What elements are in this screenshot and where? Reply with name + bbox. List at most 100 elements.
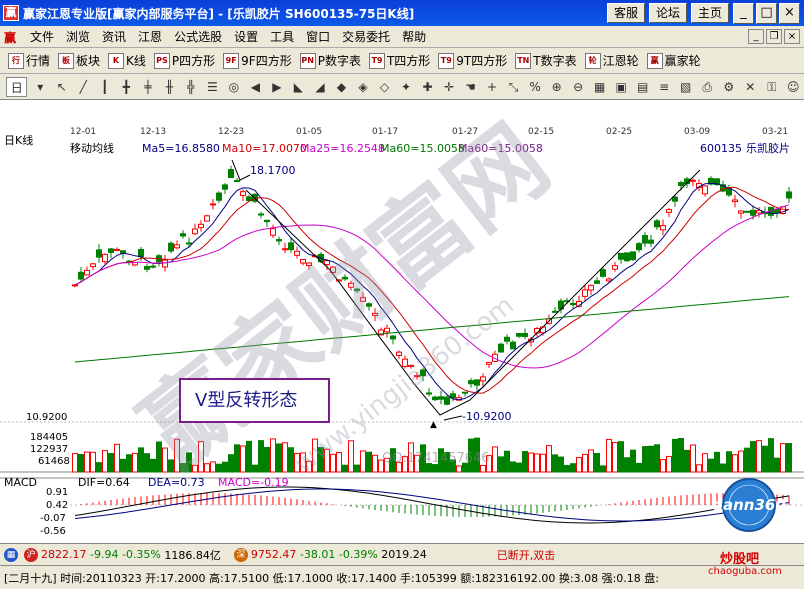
title-bar: 赢 赢家江恩专业版[赢家内部服务平台] - [乐凯胶片 SH600135-75日… xyxy=(0,0,804,26)
connection-status[interactable]: 已断开,双击 xyxy=(497,547,556,563)
candle-body xyxy=(738,210,744,214)
volume-bar xyxy=(630,449,636,473)
volume-bar xyxy=(768,438,774,473)
volume-bar xyxy=(522,451,528,473)
image-icon[interactable]: ▧ xyxy=(677,77,695,97)
menu-gann[interactable]: 江恩 xyxy=(132,28,168,45)
chart-icon[interactable]: ▤ xyxy=(634,77,652,97)
cross-icon[interactable]: ✚ xyxy=(419,77,437,97)
maximize-button[interactable]: □ xyxy=(756,3,777,24)
candle-tool-icon[interactable]: ┃ xyxy=(96,77,114,97)
t-square-button[interactable]: T9 T四方形 xyxy=(365,50,434,72)
menu-tools[interactable]: 工具 xyxy=(264,28,300,45)
settings-icon[interactable]: ⚙ xyxy=(720,77,738,97)
candle-body xyxy=(636,243,642,251)
lock-icon[interactable]: ⚿ xyxy=(763,77,781,97)
p-number-table-button[interactable]: PN P数字表 xyxy=(296,50,365,72)
crosshair-icon[interactable]: + xyxy=(483,77,501,97)
mdi-minimize-button[interactable]: _ xyxy=(748,29,764,44)
winner-wheel-button[interactable]: 赢赢家轮 xyxy=(643,50,705,72)
menu-window[interactable]: 窗口 xyxy=(300,28,336,45)
volume-bar xyxy=(612,441,618,473)
fork-tool-icon[interactable]: ╪ xyxy=(139,77,157,97)
t-square-icon: T9 xyxy=(368,52,385,69)
mdi-controls: _ ❐ × xyxy=(748,29,800,44)
channel-tool-icon[interactable]: ╫ xyxy=(161,77,179,97)
zoom-out-icon[interactable]: ⊖ xyxy=(569,77,587,97)
calendar-icon[interactable]: ▣ xyxy=(612,77,630,97)
grid-view-icon[interactable]: ▦ xyxy=(591,77,609,97)
quote-button[interactable]: 行行情 xyxy=(4,50,54,72)
t-number-table-button[interactable]: TN T数字表 xyxy=(511,50,580,72)
candle-body xyxy=(522,332,528,337)
menu-file[interactable]: 文件 xyxy=(24,28,60,45)
plus-icon[interactable]: ✛ xyxy=(440,77,458,97)
volume-bar xyxy=(72,453,78,473)
fan-tool-icon[interactable]: ☰ xyxy=(204,77,222,97)
sector-button[interactable]: 板板块 xyxy=(54,50,104,72)
printer-icon[interactable]: ⎙ xyxy=(698,77,716,97)
diamond3-icon[interactable]: ◇ xyxy=(376,77,394,97)
home-link[interactable]: 主页 xyxy=(690,3,729,23)
mdi-restore-button[interactable]: ❐ xyxy=(766,29,782,44)
menu-formula[interactable]: 公式选股 xyxy=(168,28,228,45)
volume-bar xyxy=(96,462,102,473)
menu-help[interactable]: 帮助 xyxy=(396,28,432,45)
star-icon[interactable]: ✦ xyxy=(397,77,415,97)
date-tick: 03-09 xyxy=(684,127,710,137)
dropdown-icon[interactable]: ▾ xyxy=(31,77,49,97)
lines-icon[interactable]: ≡ xyxy=(655,77,673,97)
resize-icon[interactable]: ⤡ xyxy=(505,77,523,97)
kline-button[interactable]: K K线 xyxy=(104,50,150,72)
9f-square-button[interactable]: 9F 9F四方形 xyxy=(219,50,296,72)
menu-browse[interactable]: 浏览 xyxy=(60,28,96,45)
candle-body xyxy=(306,262,312,267)
candle-body xyxy=(384,327,390,333)
volume-bar xyxy=(456,465,462,473)
volume-bar xyxy=(336,451,342,473)
flag-left-icon[interactable]: ◣ xyxy=(290,77,308,97)
grid-tool-icon[interactable]: ╬ xyxy=(182,77,200,97)
eraser-icon[interactable]: ✕ xyxy=(741,77,759,97)
9t-square-button[interactable]: T9 9T四方形 xyxy=(434,50,511,72)
hand-icon[interactable]: ☚ xyxy=(462,77,480,97)
sz-index-segment[interactable]: 9752.47 -38.01 -0.39% 2019.24 xyxy=(251,548,427,561)
minimize-button[interactable]: _ xyxy=(733,3,754,24)
percent-icon[interactable]: % xyxy=(526,77,544,97)
menu-settings[interactable]: 设置 xyxy=(228,28,264,45)
volume-bar xyxy=(684,449,690,473)
title-right-area: 客服 论坛 主页 _ □ × xyxy=(606,3,800,24)
menu-info[interactable]: 资讯 xyxy=(96,28,132,45)
close-button[interactable]: × xyxy=(779,3,800,24)
mdi-close-button[interactable]: × xyxy=(784,29,800,44)
sh-index-segment[interactable]: 2822.17 -9.94 -0.35% 1186.84亿 xyxy=(41,547,221,563)
zoom-in-icon[interactable]: ⊕ xyxy=(548,77,566,97)
diamond-icon[interactable]: ◆ xyxy=(333,77,351,97)
candle-body xyxy=(594,280,600,284)
arrow-left-icon[interactable]: ◀ xyxy=(247,77,265,97)
chart-area[interactable]: 12-01 12-13 12-23 01-05 01-17 01-27 02-15 02-25… xyxy=(0,100,804,543)
candle-body xyxy=(702,185,708,195)
volume-bar xyxy=(372,454,378,473)
menu-logo-icon: 赢 xyxy=(4,30,17,45)
p-square-button[interactable]: PS P四方形 xyxy=(150,50,219,72)
candle-body xyxy=(102,253,108,263)
arrow-right-icon[interactable]: ▶ xyxy=(268,77,286,97)
date-tick: 03-21 xyxy=(762,127,788,137)
flag-right-icon[interactable]: ◢ xyxy=(311,77,329,97)
kline-chart[interactable]: 12-01 12-13 12-23 01-05 01-17 01-27 02-15 02-25… xyxy=(0,100,804,543)
logo-sub-text: 炒股吧 xyxy=(720,552,760,567)
gann-wheel-button[interactable]: 轮江恩轮 xyxy=(581,50,643,72)
people-icon[interactable]: ☺ xyxy=(785,77,803,97)
circle-tool-icon[interactable]: ◎ xyxy=(225,77,243,97)
service-link[interactable]: 客服 xyxy=(606,3,645,23)
menu-trade[interactable]: 交易委托 xyxy=(336,28,396,45)
period-select[interactable]: 日 xyxy=(6,76,28,97)
forum-link[interactable]: 论坛 xyxy=(648,3,687,23)
diamond2-icon[interactable]: ◈ xyxy=(354,77,372,97)
9t-square-icon: T9 xyxy=(438,52,455,69)
bar-tool-icon[interactable]: ╋ xyxy=(118,77,136,97)
line-tool-icon[interactable]: ╱ xyxy=(75,77,93,97)
cursor-icon[interactable]: ↖ xyxy=(53,77,71,97)
candlesticks[interactable] xyxy=(72,165,792,406)
